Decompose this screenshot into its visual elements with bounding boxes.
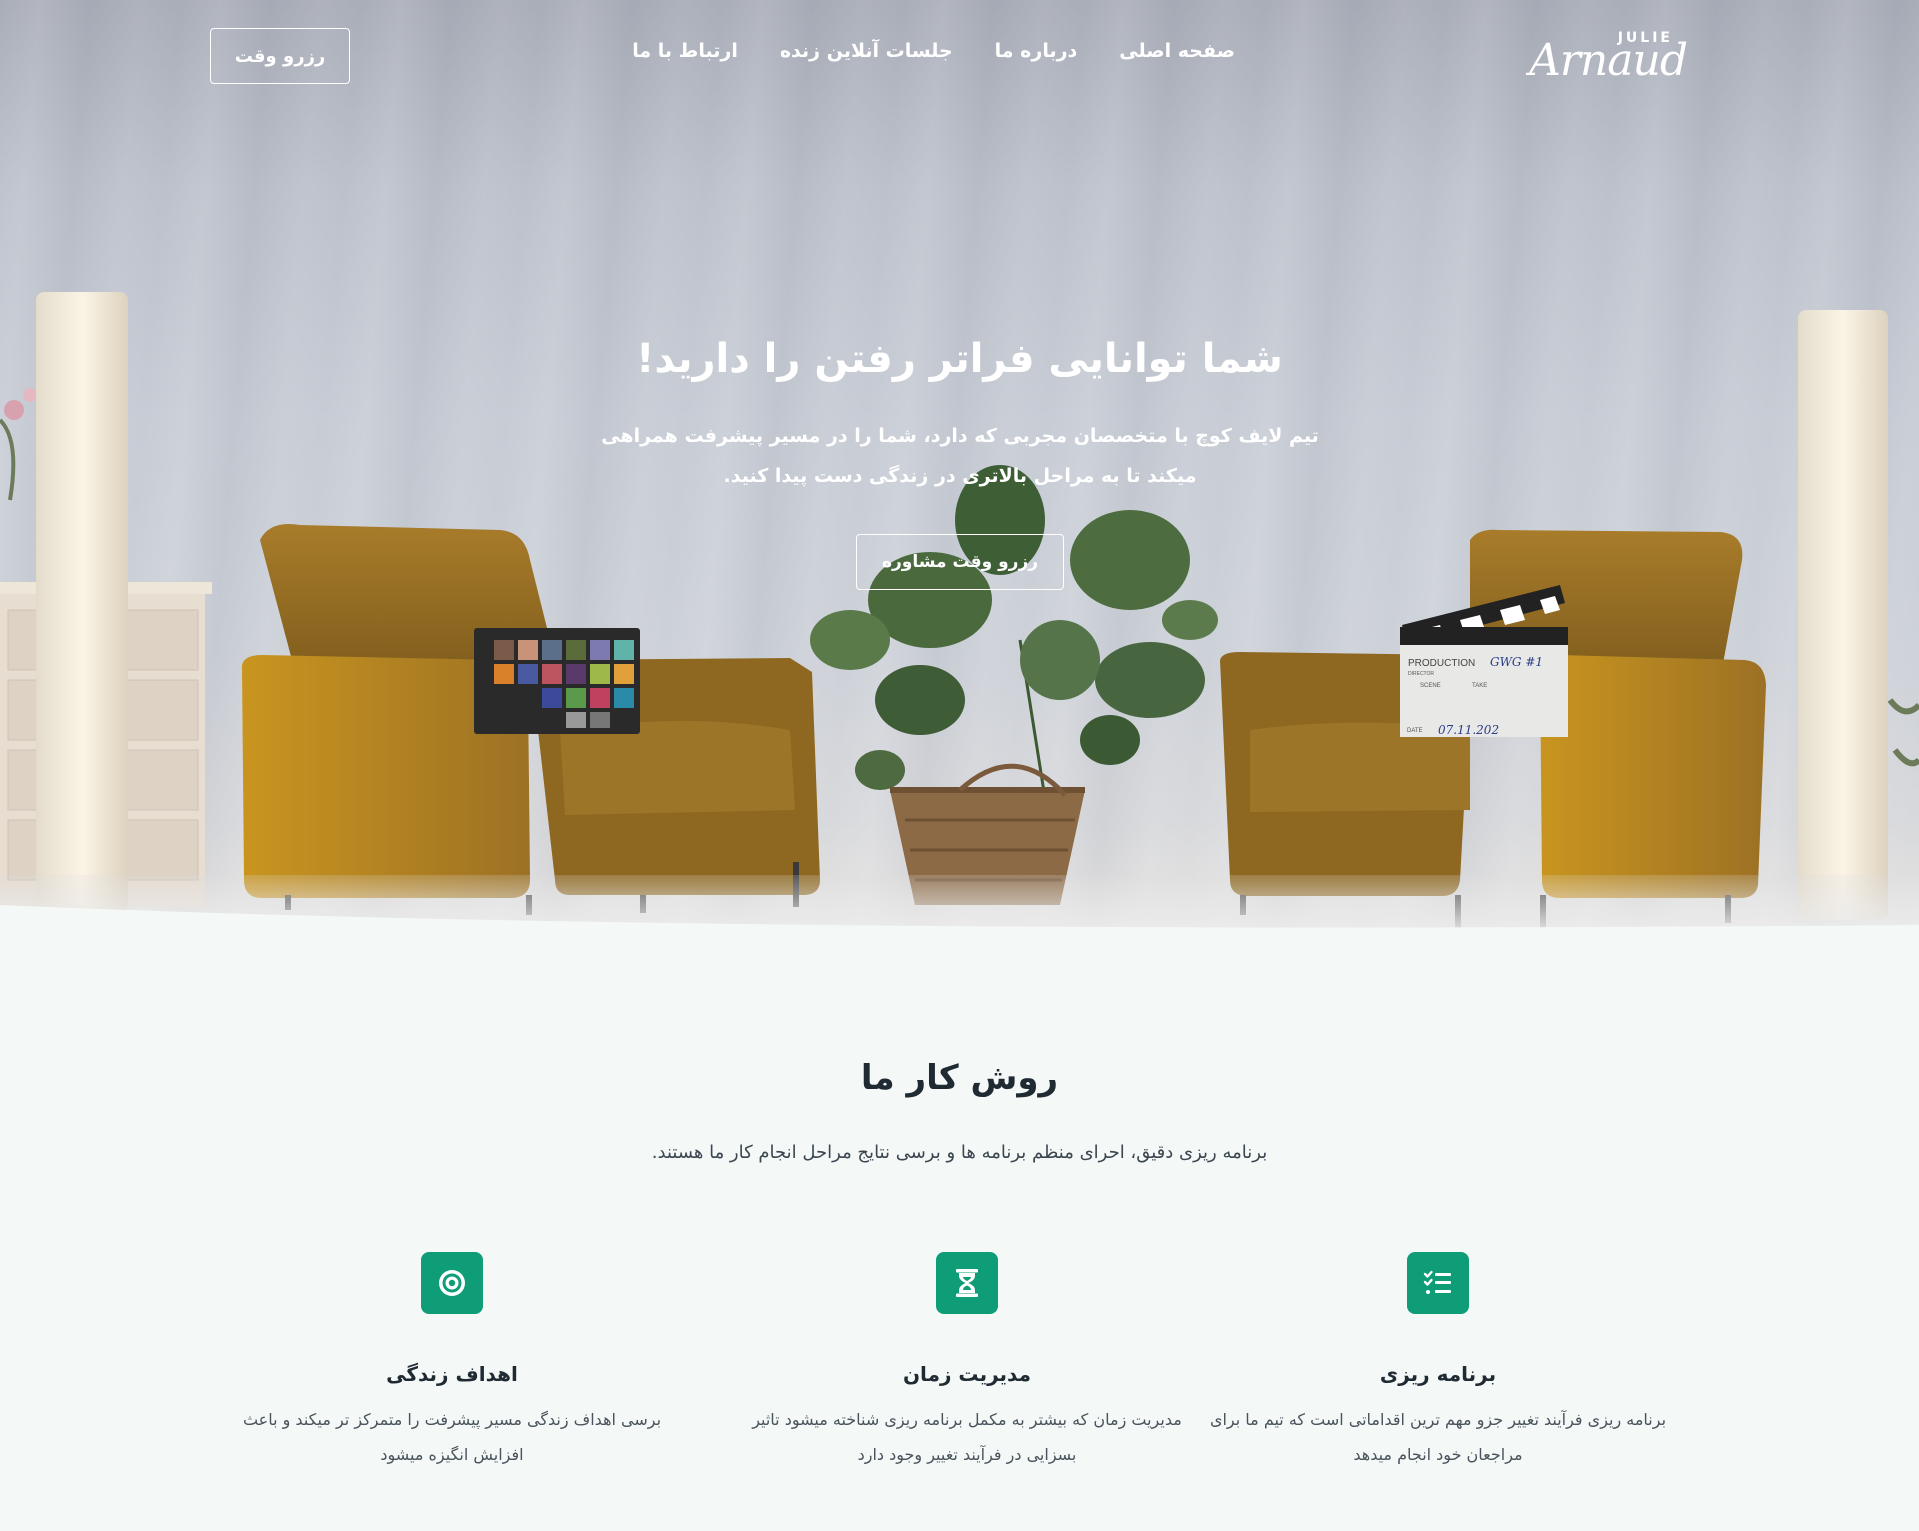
section-subtitle: برنامه ریزی دقیق، احرای منظم برنامه ها و… bbox=[651, 1142, 1268, 1163]
feature-title: برنامه ریزی bbox=[1379, 1362, 1497, 1386]
top-navigation: JULIE Arnaud صفحه اصلی درباره ما جلسات آ… bbox=[0, 0, 1919, 110]
feature-text: برسی اهداف زندگی مسیر پیشرفت را متمرکز ت… bbox=[242, 1410, 662, 1464]
feature-card-planning: برنامه ریزی برنامه ریزی فرآیند تغییر جزو… bbox=[1208, 1252, 1668, 1472]
svg-text:07.11.202: 07.11.202 bbox=[1438, 723, 1499, 737]
feature-icon-box bbox=[1407, 1252, 1469, 1314]
hourglass-icon bbox=[956, 1269, 978, 1297]
hero-subtitle: تیم لایف کوچ با متخصصان مجربی که دارد، ش… bbox=[601, 425, 1319, 487]
logo-script-text: Arnaud bbox=[1529, 35, 1688, 86]
color-checker-card bbox=[474, 628, 640, 734]
clapperboard: PRODUCTION GWG #1 DIRECTOR SCENE TAKE DA… bbox=[1400, 585, 1568, 737]
nav-links: صفحه اصلی درباره ما جلسات آنلاین زنده ار… bbox=[632, 40, 1235, 62]
section-title: روش کار ما bbox=[860, 1058, 1059, 1098]
svg-text:DATE: DATE bbox=[1407, 728, 1423, 734]
hero-title: شما توانایی فراتر رفتن را دارید! bbox=[636, 336, 1283, 382]
nav-link-live-sessions[interactable]: جلسات آنلاین زنده bbox=[780, 40, 953, 62]
feature-text: مدیریت زمان که بیشتر به مکمل برنامه ریزی… bbox=[752, 1410, 1182, 1464]
feature-title: مدیریت زمان bbox=[902, 1362, 1031, 1386]
list-check-icon bbox=[1423, 1270, 1451, 1294]
svg-text:DIRECTOR: DIRECTOR bbox=[1408, 671, 1434, 677]
logo[interactable]: JULIE Arnaud bbox=[1529, 30, 1688, 86]
svg-text:PRODUCTION: PRODUCTION bbox=[1408, 658, 1475, 669]
target-icon bbox=[439, 1270, 465, 1296]
hero-bottom-curve bbox=[0, 905, 1919, 935]
floor-lamp-left bbox=[36, 292, 128, 912]
feature-text: برنامه ریزی فرآیند تغییر جزو مهم ترین اق… bbox=[1209, 1410, 1667, 1464]
feature-icon-box bbox=[421, 1252, 483, 1314]
svg-text:SCENE: SCENE bbox=[1420, 683, 1441, 689]
nav-link-home[interactable]: صفحه اصلی bbox=[1119, 40, 1235, 62]
book-consultation-button[interactable]: رزرو وقت مشاوره bbox=[856, 534, 1064, 590]
floor-lamp-right bbox=[1798, 310, 1888, 920]
feature-title: اهداف زندگی bbox=[386, 1362, 518, 1386]
book-appointment-button[interactable]: رزرو وقت bbox=[210, 28, 350, 84]
hero-section: PRODUCTION GWG #1 DIRECTOR SCENE TAKE DA… bbox=[0, 0, 1919, 935]
nav-link-contact[interactable]: ارتباط با ما bbox=[632, 40, 738, 62]
feature-icon-box bbox=[936, 1252, 998, 1314]
nav-link-about[interactable]: درباره ما bbox=[995, 40, 1078, 62]
potted-plant bbox=[810, 465, 1218, 905]
svg-text:GWG #1: GWG #1 bbox=[1490, 655, 1543, 669]
feature-card-life-goals: اهداف زندگی برسی اهداف زندگی مسیر پیشرفت… bbox=[222, 1252, 682, 1472]
feature-card-time-management: مدیریت زمان مدیریت زمان که بیشتر به مکمل… bbox=[737, 1252, 1197, 1472]
svg-text:TAKE: TAKE bbox=[1472, 683, 1487, 689]
